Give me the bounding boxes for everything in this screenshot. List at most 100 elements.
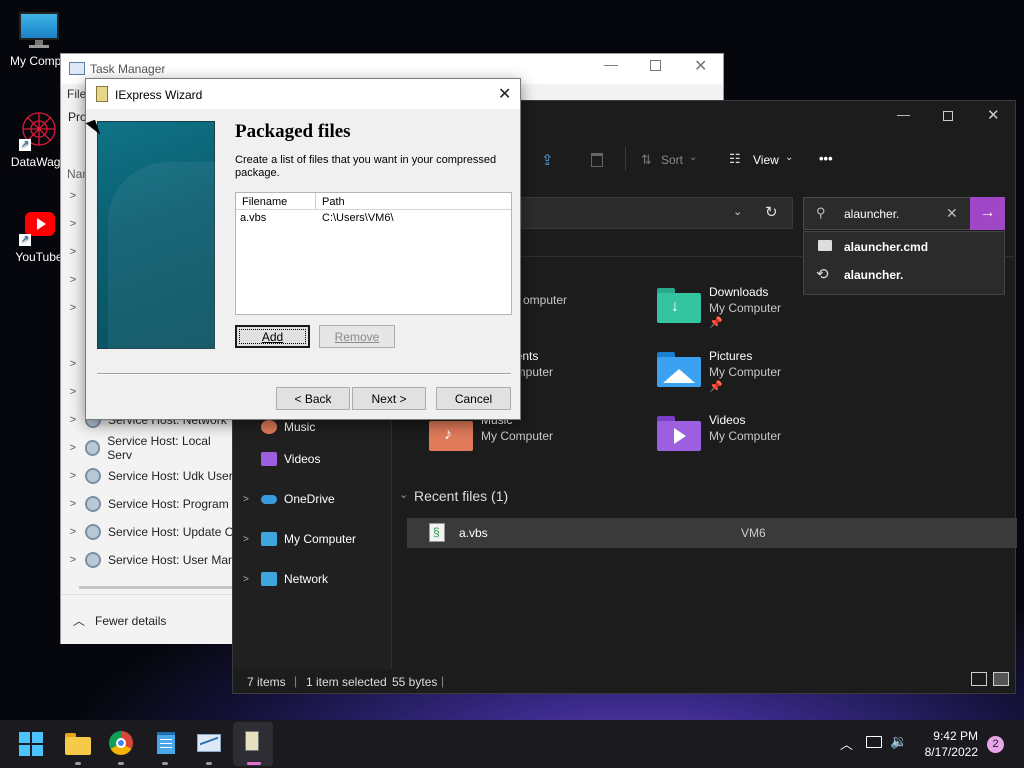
minimize-button[interactable]: —: [604, 56, 618, 72]
suggestion-item[interactable]: ⟲ alauncher.: [804, 260, 1004, 288]
process-name: Service Host: Program: [108, 497, 229, 511]
table-row[interactable]: > Service Host: Udk User: [61, 462, 236, 490]
chevron-right-icon[interactable]: >: [61, 526, 85, 538]
close-button[interactable]: ✕: [987, 106, 1000, 124]
chevron-right-icon[interactable]: >: [61, 386, 85, 398]
task-manager-taskbar-icon[interactable]: [196, 730, 224, 758]
chevron-up-icon[interactable]: ︿: [73, 612, 85, 629]
refresh-icon[interactable]: ↻: [765, 203, 778, 221]
file-location: VM6: [741, 526, 766, 540]
table-row[interactable]: > Service Host: Update O: [61, 518, 236, 546]
menu-file[interactable]: File: [67, 87, 86, 101]
file-name: a.vbs: [240, 212, 267, 224]
suggestion-label: alauncher.cmd: [844, 240, 929, 254]
quick-access-downloads[interactable]: ↓ Downloads My Computer 📌: [657, 285, 781, 329]
page-description: Create a list of files that you want in …: [235, 154, 497, 179]
nav-label: OneDrive: [284, 492, 335, 506]
separator: [97, 373, 511, 375]
more-options-button[interactable]: •••: [819, 151, 833, 166]
chevron-right-icon[interactable]: >: [61, 246, 85, 258]
maximize-button[interactable]: [650, 60, 661, 71]
nav-item-onedrive[interactable]: > OneDrive: [243, 485, 335, 513]
close-button[interactable]: ✕: [498, 84, 511, 104]
network-icon[interactable]: [866, 736, 882, 748]
chevron-down-icon: ⌄: [785, 152, 794, 163]
tiles-view-icon[interactable]: [993, 672, 1009, 686]
delete-icon[interactable]: [591, 153, 603, 167]
videos-folder-icon: [657, 413, 701, 453]
dialog-title: IExpress Wizard: [115, 88, 203, 102]
details-view-icon[interactable]: [971, 672, 987, 686]
view-button[interactable]: View: [753, 153, 779, 167]
nav-item-network[interactable]: > Network: [243, 565, 328, 593]
table-row[interactable]: > Service Host: Local Serv: [61, 434, 236, 462]
chevron-right-icon[interactable]: >: [243, 494, 261, 505]
chevron-down-icon[interactable]: ⌄: [733, 205, 742, 218]
table-row[interactable]: > Service Host: User Man: [61, 546, 236, 574]
next-button[interactable]: Next >: [352, 387, 426, 410]
minimize-button[interactable]: —: [897, 107, 910, 122]
fewer-details-link[interactable]: Fewer details: [95, 614, 166, 628]
nav-item-my-computer[interactable]: > My Computer: [243, 525, 356, 553]
task-manager-icon: [69, 62, 85, 75]
tab-processes[interactable]: Pro: [68, 110, 87, 124]
quick-access-videos[interactable]: Videos My Computer: [657, 413, 781, 453]
task-manager-title: Task Manager: [90, 62, 166, 76]
chrome-taskbar-icon[interactable]: [108, 730, 136, 758]
address-bar[interactable]: [521, 197, 793, 229]
tile-subtitle: My Computer: [709, 301, 782, 315]
share-icon[interactable]: ⇪: [541, 151, 554, 169]
file-explorer-taskbar-icon[interactable]: [64, 730, 92, 758]
sort-button[interactable]: Sort: [661, 153, 683, 167]
iexpress-wizard-dialog: IExpress Wizard ✕ Packaged files Create …: [85, 78, 521, 420]
start-button[interactable]: [19, 732, 43, 756]
iexpress-taskbar-button[interactable]: [233, 722, 273, 766]
chevron-right-icon[interactable]: >: [61, 302, 85, 314]
column-path[interactable]: Path: [322, 196, 345, 208]
chevron-right-icon[interactable]: >: [243, 534, 261, 545]
chevron-right-icon[interactable]: >: [61, 358, 85, 370]
table-row[interactable]: a.vbs C:\Users\VM6\: [236, 211, 511, 226]
list-item[interactable]: § a.vbs VM6: [407, 518, 1017, 548]
nav-label: My Computer: [284, 532, 357, 546]
clock-time[interactable]: 9:42 PM: [920, 729, 978, 743]
chevron-up-icon[interactable]: ︿: [840, 734, 853, 753]
file-list[interactable]: Filename Path a.vbs C:\Users\VM6\: [235, 192, 512, 315]
chevron-right-icon[interactable]: >: [61, 274, 85, 286]
chevron-right-icon[interactable]: >: [61, 218, 85, 230]
remove-button[interactable]: Remove: [319, 325, 395, 348]
search-input[interactable]: alauncher.: [844, 207, 899, 221]
close-button[interactable]: ✕: [694, 56, 707, 76]
add-button[interactable]: Add: [235, 325, 310, 348]
quick-access-item[interactable]: omputer: [523, 291, 567, 307]
running-indicator: [162, 762, 168, 765]
maximize-button[interactable]: [943, 111, 953, 121]
clock-date[interactable]: 8/17/2022: [918, 745, 978, 759]
back-button[interactable]: < Back: [276, 387, 350, 410]
chevron-right-icon[interactable]: >: [61, 498, 85, 510]
tile-title: Videos: [709, 413, 746, 427]
chevron-right-icon[interactable]: >: [61, 442, 85, 454]
computer-icon: [261, 532, 277, 546]
volume-icon[interactable]: 🔉: [890, 733, 907, 750]
chevron-right-icon[interactable]: >: [61, 470, 85, 482]
column-filename[interactable]: Filename: [242, 196, 287, 208]
cancel-button[interactable]: Cancel: [436, 387, 511, 410]
tile-subtitle: My Computer: [709, 365, 782, 379]
quick-access-pictures[interactable]: Pictures My Computer 📌: [657, 349, 781, 393]
recent-files-header[interactable]: Recent files (1): [414, 488, 508, 504]
chevron-down-icon[interactable]: ⌄: [399, 488, 408, 501]
chevron-right-icon[interactable]: >: [61, 414, 85, 426]
nav-label: Network: [284, 572, 329, 586]
horizontal-scrollbar[interactable]: [79, 586, 234, 589]
chevron-right-icon[interactable]: >: [61, 190, 85, 202]
clear-search-button[interactable]: ✕: [946, 205, 958, 222]
notification-badge[interactable]: 2: [987, 736, 1004, 753]
table-row[interactable]: > Service Host: Program: [61, 490, 236, 518]
running-indicator: [206, 762, 212, 765]
nav-item-videos[interactable]: Videos: [261, 445, 320, 473]
chevron-right-icon[interactable]: >: [61, 554, 85, 566]
chevron-right-icon[interactable]: >: [243, 574, 261, 585]
notepad-taskbar-icon[interactable]: [154, 730, 182, 758]
search-go-button[interactable]: →: [970, 197, 1005, 230]
